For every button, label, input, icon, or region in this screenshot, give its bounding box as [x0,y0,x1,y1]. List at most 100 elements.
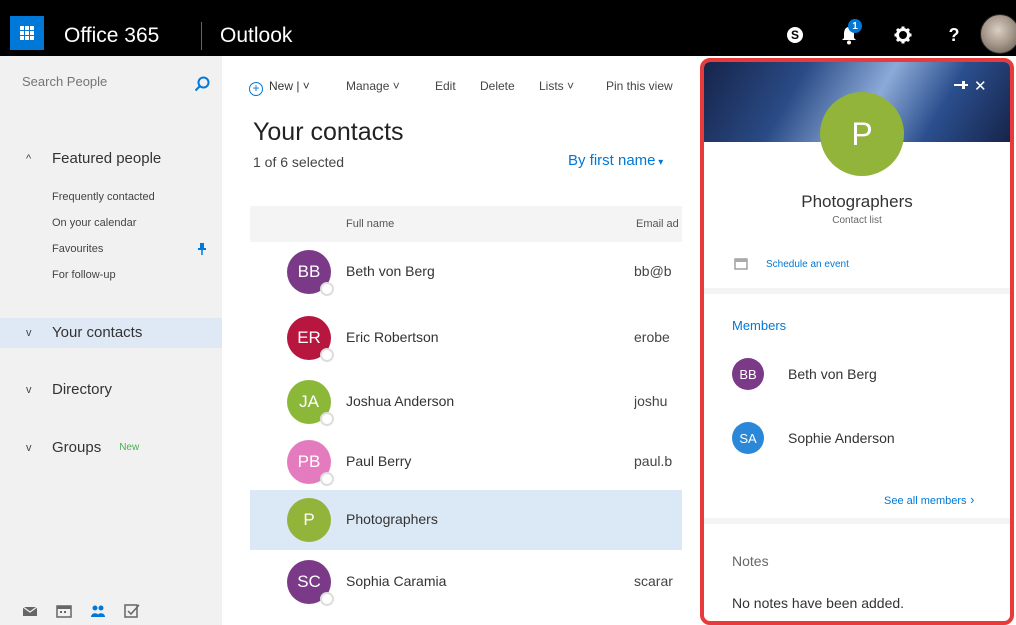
nav-on-your-calendar[interactable]: On your calendar [52,217,136,229]
schedule-event-label: Schedule an event [766,258,849,270]
sort-dropdown[interactable]: By first name ▾ [568,152,663,169]
calendar-icon[interactable] [56,604,72,618]
contact-email: scarar [634,573,673,589]
avatar: SC [287,560,334,606]
contact-name: Paul Berry [346,453,412,469]
chevron-right-icon: › [966,492,975,507]
new-label: New [269,79,294,93]
notes-text: No notes have been added. [732,595,905,611]
page-title: Your contacts [253,118,404,146]
brand-title[interactable]: Office 365 [64,24,159,48]
directory-label: Directory [52,381,113,398]
contact-email: paul.b [634,453,673,469]
nav-favourites[interactable]: Favourites [52,243,103,255]
manage-label: Manage [346,79,390,93]
mail-icon[interactable] [22,604,38,618]
avatar: JA [287,380,334,426]
left-navigation: ^ Featured people Frequently contacted O… [0,56,222,625]
chevron-down-icon: ˅ [563,79,575,93]
section-divider [704,288,1010,294]
svg-text:S: S [791,28,799,42]
contact-row[interactable]: BB Beth von Berg bb@b [250,242,682,302]
plus-icon: + [249,82,263,96]
schedule-event-link[interactable]: Schedule an event [734,258,849,270]
notification-badge: 1 [848,19,862,33]
module-switcher [22,604,140,618]
chevron-down-icon: ˅ [389,79,400,93]
contact-name: Eric Robertson [346,329,439,345]
manage-button[interactable]: Manage ˅ [346,79,400,93]
search-people-box[interactable] [0,70,222,100]
pin-icon [198,243,206,255]
people-icon[interactable] [90,604,106,618]
skype-button[interactable]: S [776,16,814,54]
nav-groups[interactable]: v Groups New [26,439,139,456]
chevron-down-icon: v [26,326,32,339]
search-icon[interactable] [194,76,210,92]
settings-button[interactable] [884,16,922,54]
pin-pane-icon[interactable] [954,79,968,91]
contact-row[interactable]: PB Paul Berry paul.b [250,432,682,492]
column-email[interactable]: Email ad [636,218,679,230]
pin-this-view-button[interactable]: Pin this view [606,79,673,93]
member-name: Beth von Berg [788,366,877,382]
contact-name: Beth von Berg [346,263,435,279]
avatar: BB [287,250,334,296]
presence-indicator [320,348,334,362]
chevron-down-icon: v [26,383,32,396]
new-button[interactable]: + New | ˅ [249,79,310,96]
app-launcher-button[interactable] [10,16,44,50]
column-full-name[interactable]: Full name [346,218,394,230]
contact-name: Joshua Anderson [346,393,455,409]
section-divider [704,518,1010,524]
chevron-up-icon: ^ [26,152,32,165]
featured-people-label: Featured people [52,150,162,167]
contact-email: bb@b [634,263,672,279]
groups-label: Groups [52,439,102,456]
see-all-members-link[interactable]: See all members › [884,492,975,507]
gear-icon [894,26,912,44]
member-name: Sophie Anderson [788,430,895,446]
notes-heading: Notes [732,553,769,569]
command-bar: + New | ˅ Manage ˅ Edit Delete Lists ˅ Pi… [222,56,702,116]
see-all-label: See all members [884,495,967,507]
app-title[interactable]: Outlook [220,24,292,48]
user-avatar[interactable] [980,14,1016,54]
avatar: ER [287,316,334,362]
edit-button[interactable]: Edit [435,79,456,93]
contact-detail-pane: ✕ P Photographers Contact list Schedule … [700,58,1014,625]
contact-list-avatar: P [820,92,904,176]
your-contacts-label: Your contacts [52,324,143,341]
new-split-chevron-icon[interactable]: | ˅ [293,79,309,93]
avatar: BB [732,358,764,390]
new-badge: New [119,442,140,453]
contact-row[interactable]: SC Sophia Caramia scarar [250,552,682,612]
nav-for-follow-up[interactable]: For follow-up [52,269,116,281]
skype-icon: S [787,27,803,43]
presence-indicator [320,472,334,486]
nav-your-contacts[interactable]: v Your contacts [0,318,222,348]
sort-label: By first name [568,152,656,169]
delete-button[interactable]: Delete [480,79,515,93]
nav-frequently-contacted[interactable]: Frequently contacted [52,191,155,203]
contact-row[interactable]: ER Eric Robertson erobe [250,308,682,368]
tasks-icon[interactable] [124,604,140,618]
contact-name: Sophia Caramia [346,573,447,589]
selection-count: 1 of 6 selected [253,154,345,170]
presence-indicator [320,592,334,606]
presence-indicator [320,282,334,296]
close-icon[interactable]: ✕ [974,77,987,95]
nav-directory[interactable]: v Directory [26,381,112,398]
contact-row[interactable]: JA Joshua Anderson joshu [250,372,682,432]
help-button[interactable]: ? [935,16,973,54]
contact-list-name: Photographers [801,192,913,211]
notifications-button[interactable]: 1 [830,16,868,54]
contact-row-selected[interactable]: P Photographers [250,490,682,550]
caret-down-icon: ▾ [655,157,664,168]
lists-button[interactable]: Lists ˅ [539,79,574,93]
search-people-input[interactable] [22,74,182,89]
avatar: PB [287,440,334,486]
contact-email: erobe [634,329,670,345]
featured-people-section[interactable]: ^ Featured people [26,150,161,167]
contact-email: joshu [634,393,668,409]
